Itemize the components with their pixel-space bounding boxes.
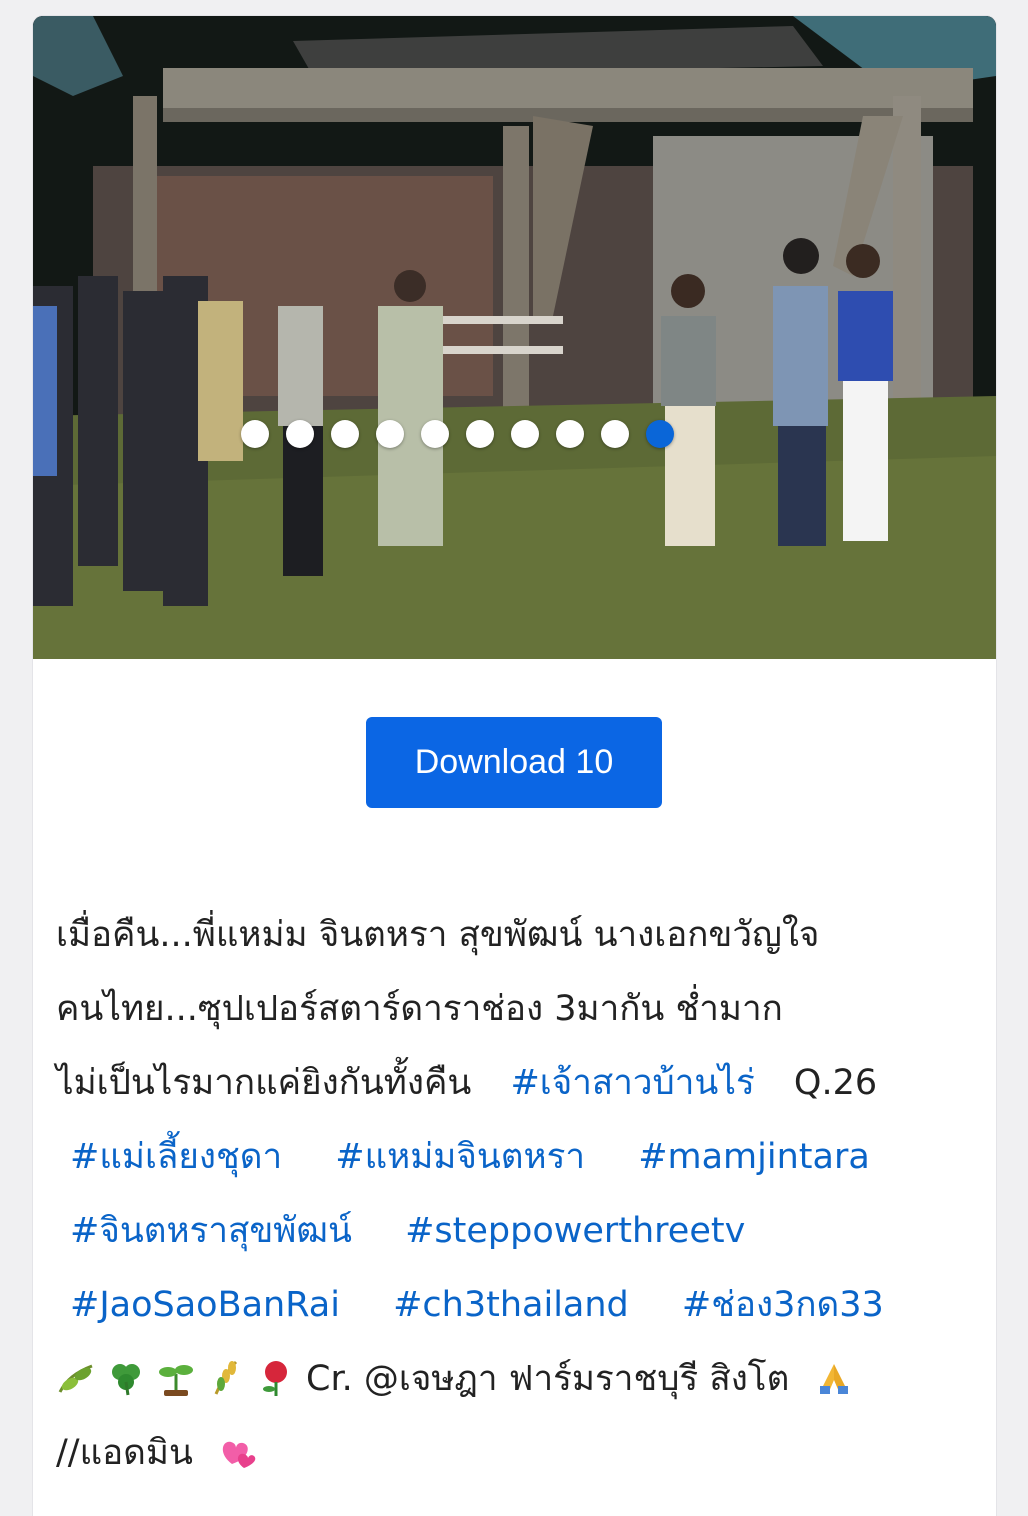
photo-illustration (33, 16, 996, 659)
herb-icon (58, 1364, 93, 1393)
clover-icon (112, 1364, 140, 1396)
hashtag-link[interactable]: #แม่เลี้ยงชุดา (70, 1137, 282, 1177)
caption-admin: //แอดมิน (56, 1433, 193, 1473)
carousel-dot-6[interactable] (466, 420, 494, 448)
caption-text: Q.26 (793, 1063, 878, 1103)
carousel-dot-3[interactable] (331, 420, 359, 448)
hashtag-link[interactable]: #ch3thailand (393, 1285, 629, 1325)
carousel-indicators (33, 420, 939, 448)
post-caption: เมื่อคืน...พี่แหม่ม จินตหรา สุขพัฒน์ นาง… (56, 898, 976, 1490)
caption-line-5: #จินตหราสุขพัฒน์ #steppowerthreetv (56, 1194, 976, 1268)
carousel-dot-4[interactable] (376, 420, 404, 448)
seedling-icon (159, 1365, 193, 1396)
caption-line-3: ไม่เป็นไรมากแค่ยิงกันทั้งคืน #เจ้าสาวบ้า… (56, 1046, 976, 1120)
caption-credit: Cr. @เจษฎา ฟาร์มราชบุรี สิงโต (306, 1359, 790, 1399)
carousel-dot-9[interactable] (601, 420, 629, 448)
post-photo[interactable] (33, 16, 996, 659)
caption-line-1: เมื่อคืน...พี่แหม่ม จินตหรา สุขพัฒน์ นาง… (56, 915, 820, 955)
carousel-dot-5[interactable] (421, 420, 449, 448)
caption-line-6: #JaoSaoBanRai #ch3thailand #ช่อง3กด33 (56, 1268, 976, 1342)
rice-icon (214, 1360, 238, 1395)
caption-line-8: //แอดมิน (56, 1416, 976, 1490)
rose-icon (263, 1361, 287, 1396)
carousel-dot-1[interactable] (241, 420, 269, 448)
caption-line-2: คนไทย...ซุปเปอร์สตาร์ดาราช่อง 3มากัน ช่ำ… (56, 989, 783, 1029)
pray-icon (820, 1364, 849, 1394)
carousel-dot-2[interactable] (286, 420, 314, 448)
hashtag-link[interactable]: #เจ้าสาวบ้านไร่ (510, 1063, 754, 1103)
carousel-dot-8[interactable] (556, 420, 584, 448)
caption-line-7: Cr. @เจษฎา ฟาร์มราชบุรี สิงโต (56, 1342, 976, 1416)
hashtag-link[interactable]: #JaoSaoBanRai (70, 1285, 340, 1325)
carousel-dot-10-active[interactable] (646, 420, 674, 448)
download-button[interactable]: Download 10 (366, 717, 662, 808)
carousel-dot-7[interactable] (511, 420, 539, 448)
heart-icon (222, 1441, 256, 1468)
post-card: Download 10 เมื่อคืน...พี่แหม่ม จินตหรา … (33, 16, 996, 1516)
hashtag-link[interactable]: #ช่อง3กด33 (682, 1285, 884, 1325)
hashtag-link[interactable]: #จินตหราสุขพัฒน์ (70, 1211, 352, 1251)
hashtag-link[interactable]: #mamjintara (638, 1137, 870, 1177)
hashtag-link[interactable]: #steppowerthreetv (405, 1211, 745, 1251)
caption-text: ไม่เป็นไรมากแค่ยิงกันทั้งคืน (56, 1063, 472, 1103)
hashtag-link[interactable]: #แหม่มจินตหรา (335, 1137, 585, 1177)
caption-line-4: #แม่เลี้ยงชุดา #แหม่มจินตหรา #mamjintara (56, 1120, 976, 1194)
